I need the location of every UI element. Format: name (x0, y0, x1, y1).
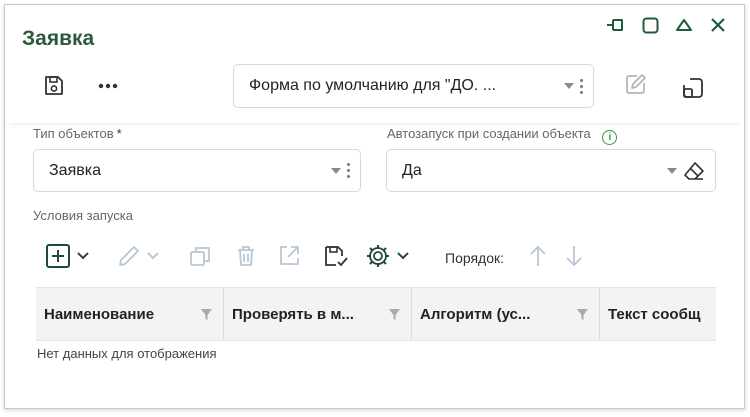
object-type-select[interactable]: Заявка (33, 149, 361, 192)
window-controls (606, 15, 728, 35)
filter-icon[interactable] (200, 308, 213, 321)
column-header-name[interactable]: Наименование (36, 288, 224, 340)
collapse-icon[interactable] (674, 15, 694, 35)
chevron-down-icon[interactable] (667, 167, 677, 174)
copy-icon[interactable] (188, 243, 212, 269)
close-icon[interactable] (708, 15, 728, 35)
edit-icon[interactable] (117, 243, 160, 269)
arrow-down-icon[interactable] (565, 243, 583, 269)
conditions-label: Условия запуска (33, 208, 133, 223)
maximize-icon[interactable] (640, 15, 660, 35)
chevron-down-icon[interactable] (146, 251, 160, 261)
autostart-value: Да (402, 161, 422, 179)
object-type-label: Тип объектов * (33, 126, 122, 141)
column-header-check[interactable]: Проверять в м... (224, 288, 412, 340)
autostart-select[interactable]: Да (386, 149, 716, 192)
kebab-menu-icon[interactable] (347, 163, 350, 178)
filter-icon[interactable] (576, 308, 589, 321)
filter-icon[interactable] (388, 308, 401, 321)
required-mark: * (116, 126, 122, 141)
autostart-label-text: Автозапуск при создании объекта (387, 126, 591, 141)
dialog-window: Заявка Форма по умолчанию для "ДО. ... Т… (4, 4, 745, 409)
save-icon[interactable] (323, 243, 349, 269)
chevron-down-icon[interactable] (331, 167, 341, 174)
delete-icon[interactable] (234, 243, 258, 269)
layout-icon[interactable] (680, 75, 706, 101)
order-label: Порядок: (445, 250, 505, 266)
column-header-message[interactable]: Текст сообщ (600, 288, 716, 340)
open-icon[interactable] (277, 243, 301, 269)
edit-icon[interactable] (623, 71, 649, 97)
grid-header: Наименование Проверять в м... Алгоритм (… (36, 287, 716, 341)
dialog-title: Заявка (22, 27, 95, 50)
eraser-icon[interactable] (683, 161, 705, 181)
object-type-label-text: Тип объектов (33, 126, 114, 141)
column-title: Алгоритм (ус... (420, 305, 531, 323)
kebab-menu-icon[interactable] (580, 78, 583, 94)
add-icon[interactable] (45, 243, 90, 269)
settings-icon[interactable] (365, 243, 410, 269)
column-header-algorithm[interactable]: Алгоритм (ус... (412, 288, 600, 340)
form-select-value: Форма по умолчанию для "ДО. ... (249, 77, 497, 94)
arrow-up-icon[interactable] (529, 243, 547, 269)
save-icon[interactable] (41, 73, 67, 99)
object-type-value: Заявка (49, 161, 101, 179)
pin-icon[interactable] (606, 15, 626, 35)
chevron-down-icon[interactable] (76, 251, 90, 261)
chevron-down-icon[interactable] (564, 83, 574, 89)
autostart-label: Автозапуск при создании объекта i (387, 126, 618, 145)
column-title: Проверять в м... (232, 305, 354, 323)
info-icon[interactable]: i (602, 130, 618, 145)
column-title: Наименование (44, 305, 155, 323)
empty-grid-text: Нет данных для отображения (37, 346, 217, 361)
more-icon[interactable] (96, 73, 122, 99)
form-select[interactable]: Форма по умолчанию для "ДО. ... (233, 64, 594, 108)
chevron-down-icon[interactable] (396, 251, 410, 261)
column-title: Текст сообщ (608, 305, 701, 323)
